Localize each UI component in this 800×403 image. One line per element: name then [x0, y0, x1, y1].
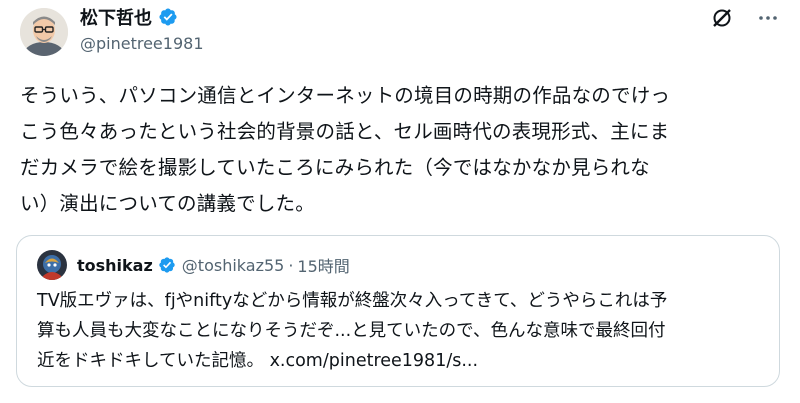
- quoted-post-text: TV版エヴァは、fjやniftyなどから情報が終盤次々入ってきて、どうやらこれは…: [37, 286, 767, 376]
- author-handle[interactable]: @pinetree1981: [80, 34, 204, 53]
- quoted-post-header: toshikaz @toshikaz55 · 15時間: [37, 250, 350, 280]
- separator-dot: ·: [288, 255, 294, 275]
- post-text-line: い）演出についての講義でした。: [20, 192, 315, 215]
- quoted-verified-badge-icon: [158, 256, 176, 274]
- more-icon[interactable]: [756, 6, 780, 30]
- quoted-post-link[interactable]: x.com/pinetree1981/s...: [270, 351, 478, 371]
- author-display-name[interactable]: 松下哲也: [80, 4, 152, 30]
- quoted-author-avatar: [37, 250, 67, 280]
- grok-icon[interactable]: [710, 6, 734, 30]
- post-text-line: こう色々あったという社会的背景の話と、セル画時代の表現形式、主にま: [20, 120, 670, 143]
- author-line: 松下哲也: [80, 4, 178, 30]
- quoted-author-handle: @toshikaz55: [181, 255, 285, 275]
- post-actions: [710, 6, 780, 30]
- post-text-line: そういう、パソコン通信とインターネットの境目の時期の作品なのでけっ: [20, 84, 671, 107]
- quoted-author-display-name: toshikaz: [77, 255, 153, 275]
- quoted-text-line: TV版エヴァは、fjやniftyなどから情報が終盤次々入ってきて、どうやらこれは…: [37, 291, 668, 311]
- quoted-post[interactable]: toshikaz @toshikaz55 · 15時間 TV版エヴァは、fjやn…: [16, 235, 780, 387]
- post-text: そういう、パソコン通信とインターネットの境目の時期の作品なのでけっ こう色々あっ…: [20, 78, 782, 222]
- quoted-text-line: 近をドキドキしていた記憶。 x.com/pinetree1981/s...: [37, 346, 767, 376]
- post: 松下哲也 @pinetree1981 そういう、パソコン通信とインターネットの境…: [0, 0, 800, 403]
- verified-badge-icon[interactable]: [158, 7, 178, 27]
- quoted-text-line: 算も人員も大変なことになりそうだぞ...と見ていたので、色んな意味で最終回付: [37, 321, 666, 341]
- quoted-text-fragment: 近をドキドキしていた記憶。: [37, 351, 264, 371]
- author-avatar[interactable]: [20, 8, 68, 56]
- quoted-post-time: 15時間: [297, 257, 350, 276]
- post-text-line: だカメラで絵を撮影していたころにみられた（今ではなかなか見られな: [20, 156, 650, 179]
